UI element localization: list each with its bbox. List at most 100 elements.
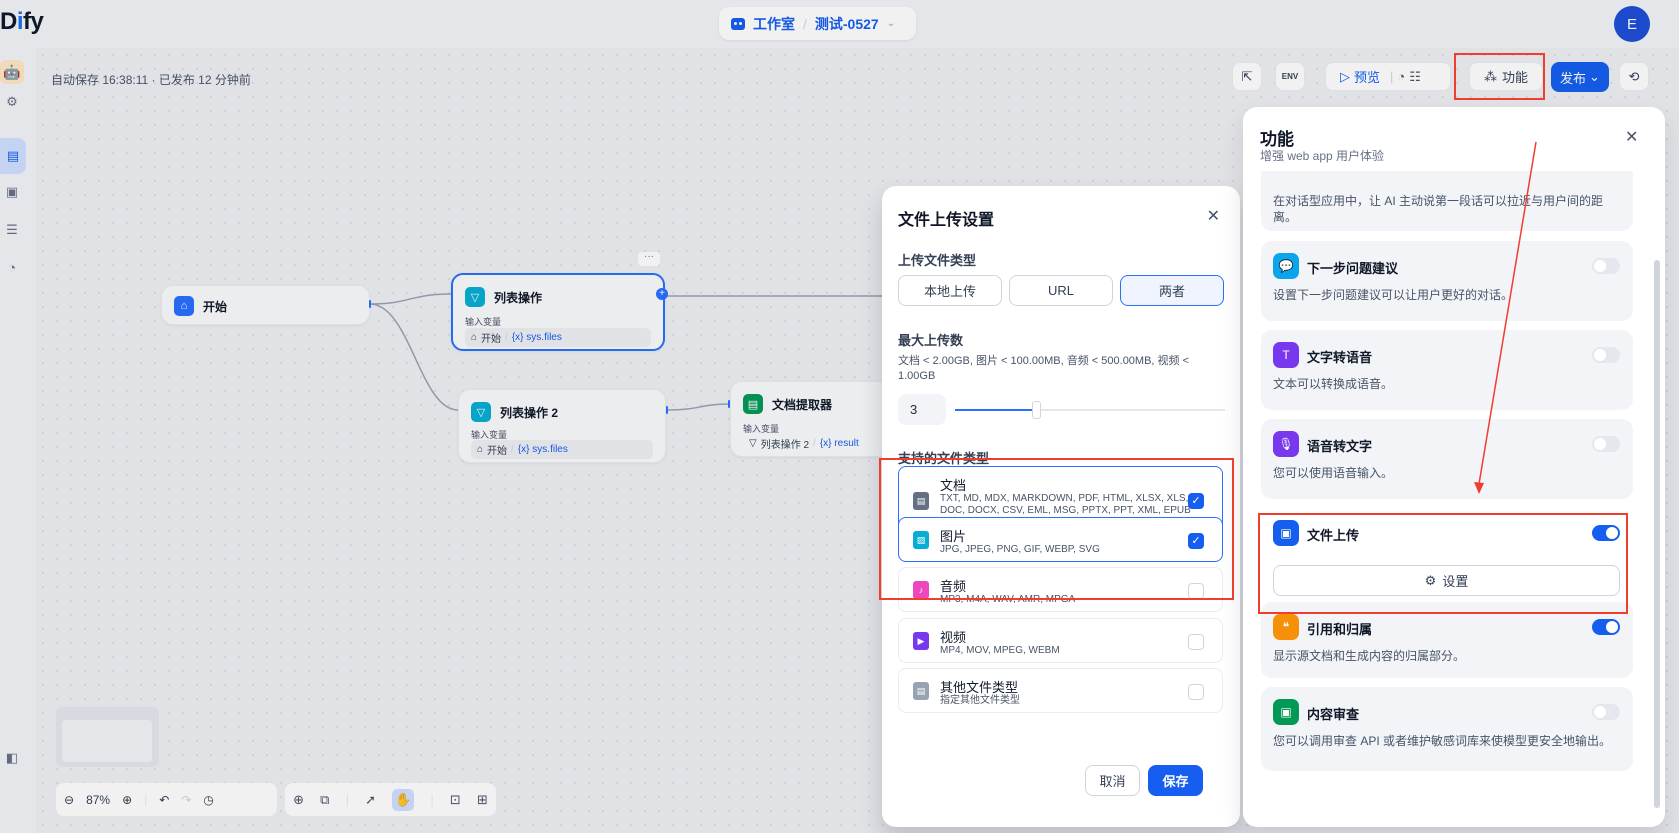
- checkbox[interactable]: ✓: [1188, 532, 1204, 549]
- version-history-icon[interactable]: ⟲: [1619, 62, 1649, 91]
- settings-sliders-icon[interactable]: ⚙: [4, 94, 20, 110]
- feature-card: 🎙 语音转文字 您可以使用语音输入。: [1261, 419, 1633, 499]
- filter-icon: ▽: [465, 287, 485, 307]
- add-node-icon[interactable]: +: [656, 288, 668, 300]
- checkbox[interactable]: [1188, 683, 1204, 700]
- feature-name: 内容审查: [1307, 707, 1360, 722]
- upload-method-option[interactable]: URL: [1009, 275, 1113, 306]
- scrollbar[interactable]: [1654, 260, 1660, 808]
- chevron-down-icon: ⌄: [1589, 69, 1600, 84]
- minimap[interactable]: [56, 707, 159, 767]
- collapse-sidebar-icon[interactable]: ◧: [4, 750, 20, 766]
- feature-toggle[interactable]: [1592, 258, 1620, 274]
- feature-description: 您可以调用审查 API 或者维护敏感词库来使模型更安全地输出。: [1273, 734, 1612, 748]
- cancel-button[interactable]: 取消: [1085, 765, 1140, 796]
- feature-toggle[interactable]: [1592, 704, 1620, 720]
- canvas-toolbar: ⊕ ⧉ | ➚ ✋ | ⊡ ⊞: [285, 783, 496, 816]
- terminal-nav-icon[interactable]: ▣: [4, 184, 20, 200]
- file-type-option[interactable]: ▨ 图片 JPG, JPEG, PNG, GIF, WEBP, SVG ✓: [898, 517, 1223, 562]
- node-handle[interactable]: [666, 406, 668, 414]
- file-type-option[interactable]: ▤ 其他文件类型 指定其他文件类型: [898, 668, 1223, 713]
- feature-card: ▣ 内容审查 您可以调用审查 API 或者维护敏感词库来使模型更安全地输出。: [1261, 687, 1633, 771]
- organize-blocks-icon[interactable]: ⊞: [477, 792, 488, 808]
- logs-nav-icon[interactable]: ☰: [4, 222, 20, 238]
- file-type-option[interactable]: ♪ 音频 MP3, M4A, WAV, AMR, MPGA: [898, 567, 1223, 612]
- dify-logo[interactable]: Dify: [0, 8, 44, 36]
- var-node: 开始: [487, 446, 508, 457]
- panel-subtitle: 增强 web app 用户体验: [1260, 149, 1385, 163]
- features-button[interactable]: ⁂ 功能: [1469, 62, 1543, 91]
- history-run-icon[interactable]: ◔: [1397, 69, 1405, 84]
- feature-toggle[interactable]: [1592, 525, 1620, 541]
- more-options-icon[interactable]: ···: [638, 252, 660, 266]
- hand-icon[interactable]: ✋: [392, 788, 415, 811]
- redo-icon[interactable]: ↷: [181, 793, 191, 807]
- file-type-icon: ▤: [913, 682, 929, 700]
- feature-toggle[interactable]: [1592, 347, 1620, 363]
- node-title: 列表操作 2: [500, 405, 559, 420]
- app-switcher[interactable]: 工作室 / 测试-0527 ⌄: [719, 7, 916, 40]
- settings-label: 设置: [1442, 574, 1469, 589]
- node-handle[interactable]: [369, 300, 371, 308]
- feature-icon: T: [1273, 342, 1299, 368]
- checkbox[interactable]: [1188, 582, 1204, 599]
- zoom-in-icon[interactable]: ⊕: [122, 793, 132, 807]
- checkbox[interactable]: ✓: [1188, 493, 1204, 509]
- left-rail: 🤖 ⚙ ▤ ▣ ☰ ◔ ◧: [0, 48, 36, 833]
- var-node: 开始: [481, 334, 502, 345]
- feature-name: 语音转文字: [1307, 439, 1373, 454]
- feature-card: 💬 下一步问题建议 设置下一步问题建议可以让用户更好的对话。: [1261, 241, 1633, 321]
- add-block-icon[interactable]: ⊕: [293, 792, 304, 808]
- checkbox[interactable]: [1188, 633, 1204, 650]
- env-icon[interactable]: ENV: [1275, 62, 1305, 91]
- preview-button[interactable]: ▷ 预览 | ◔ ☷: [1325, 62, 1451, 91]
- add-note-icon[interactable]: ⧉: [320, 792, 329, 808]
- save-button[interactable]: 保存: [1148, 765, 1203, 796]
- file-type-extensions: JPG, JPEG, PNG, GIF, WEBP, SVG: [940, 544, 1100, 555]
- max-upload-input[interactable]: 3: [898, 394, 946, 425]
- upload-method-option[interactable]: 两者: [1120, 275, 1224, 306]
- features-panel: 功能 增强 web app 用户体验 ✕ 在对话型应用中，让 AI 主动说第一段…: [1243, 107, 1665, 827]
- minimap-viewport: [62, 720, 152, 762]
- close-icon[interactable]: ✕: [1625, 127, 1638, 147]
- checklist-icon[interactable]: ⇱: [1232, 62, 1262, 91]
- orchestrate-nav-icon[interactable]: ▤: [0, 138, 26, 174]
- checklist-icon[interactable]: ☷: [1409, 69, 1421, 85]
- history-icon[interactable]: ◷: [203, 793, 213, 807]
- node-list-operation[interactable]: ▽ 列表操作 输入变量 ⌂ 开始 / {x} sys.files: [451, 273, 665, 351]
- zoom-level[interactable]: 87%: [86, 793, 110, 807]
- home-icon: ⌂: [471, 332, 478, 343]
- app-icon[interactable]: 🤖: [0, 60, 24, 84]
- feature-toggle[interactable]: [1592, 436, 1620, 452]
- file-type-name: 音频: [940, 579, 967, 594]
- publish-button[interactable]: 发布 ⌄: [1551, 62, 1609, 92]
- variable-ref: ▽ 列表操作 2/{x} result: [749, 438, 859, 451]
- document-icon: ▤: [743, 394, 763, 414]
- node-list-operation-2[interactable]: ▽ 列表操作 2 输入变量 ⌂ 开始 / {x} sys.files: [458, 389, 666, 463]
- file-type-option[interactable]: ▶ 视频 MP4, MOV, MPEG, WEBM: [898, 618, 1223, 663]
- size-limits-note: 文档 < 2.00GB, 图片 < 100.00MB, 音频 < 500.00M…: [898, 355, 1190, 382]
- separator: /: [803, 15, 807, 32]
- pointer-icon[interactable]: ➚: [365, 792, 376, 808]
- close-icon[interactable]: ✕: [1207, 206, 1220, 226]
- slider-knob[interactable]: [1032, 401, 1041, 419]
- zoom-out-icon[interactable]: ⊖: [64, 793, 74, 807]
- home-icon: ⌂: [174, 296, 194, 316]
- max-upload-slider[interactable]: [955, 401, 1225, 419]
- export-image-icon[interactable]: ⊡: [450, 792, 461, 808]
- undo-icon[interactable]: ↶: [159, 793, 169, 807]
- top-bar: Dify 工作室 / 测试-0527 ⌄ E: [0, 0, 1679, 48]
- node-doc-extractor[interactable]: ▤ 文档提取器 输入变量 ▽ 列表操作 2/{x} result: [730, 381, 890, 457]
- node-handle[interactable]: [728, 400, 730, 408]
- features-label: 功能: [1501, 70, 1528, 85]
- feature-settings-button[interactable]: ⚙ 设置: [1273, 565, 1620, 596]
- node-start[interactable]: ⌂ 开始: [161, 285, 370, 325]
- avatar[interactable]: E: [1614, 6, 1650, 42]
- monitor-nav-icon[interactable]: ◔: [4, 260, 20, 276]
- feature-toggle[interactable]: [1592, 619, 1620, 635]
- preview-label: 预览: [1354, 70, 1381, 85]
- upload-method-option[interactable]: 本地上传: [898, 275, 1002, 306]
- feature-description: 设置下一步问题建议可以让用户更好的对话。: [1273, 288, 1514, 302]
- feature-name: 引用和归属: [1307, 622, 1373, 637]
- supported-types-label: 支持的文件类型: [898, 451, 990, 466]
